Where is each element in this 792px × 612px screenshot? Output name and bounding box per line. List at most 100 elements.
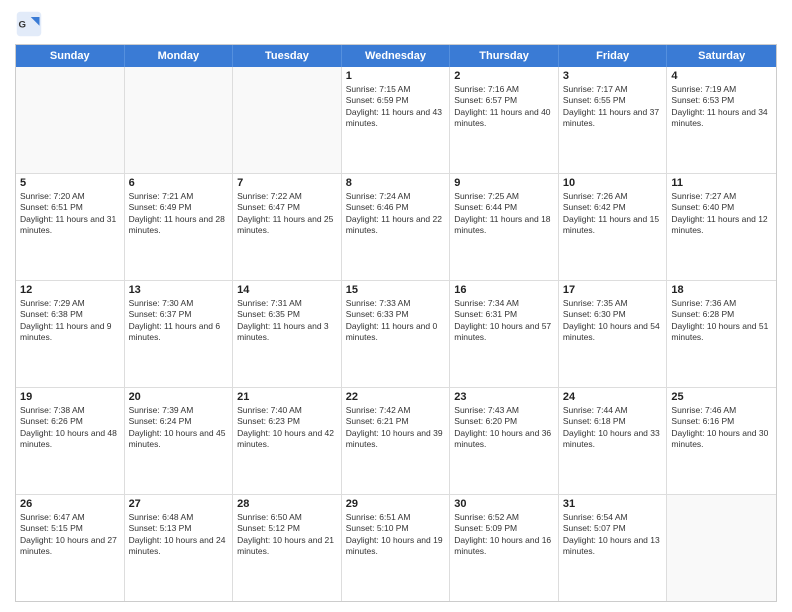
day-info: Sunrise: 6:51 AM Sunset: 5:10 PM Dayligh… xyxy=(346,512,446,558)
day-info: Sunrise: 7:43 AM Sunset: 6:20 PM Dayligh… xyxy=(454,405,554,451)
day-cell-27: 27 Sunrise: 6:48 AM Sunset: 5:13 PM Dayli… xyxy=(125,495,234,601)
day-info: Sunrise: 7:25 AM Sunset: 6:44 PM Dayligh… xyxy=(454,191,554,237)
day-number: 6 xyxy=(129,177,229,189)
day-cell-19: 19 Sunrise: 7:38 AM Sunset: 6:26 PM Dayli… xyxy=(16,388,125,494)
logo-icon: G xyxy=(15,10,43,38)
header-day-thursday: Thursday xyxy=(450,45,559,67)
logo: G xyxy=(15,10,47,38)
empty-cell-4-6 xyxy=(667,495,776,601)
day-cell-4: 4Sunrise: 7:19 AM Sunset: 6:53 PM Daylig… xyxy=(667,67,776,173)
day-info: Sunrise: 7:46 AM Sunset: 6:16 PM Dayligh… xyxy=(671,405,772,451)
day-number: 28 xyxy=(237,498,337,510)
day-cell-3: 3 Sunrise: 7:17 AM Sunset: 6:55 PM Daylig… xyxy=(559,67,668,173)
day-number: 26 xyxy=(20,498,120,510)
day-info: Sunrise: 7:44 AM Sunset: 6:18 PM Dayligh… xyxy=(563,405,663,451)
day-cell-2: 2 Sunrise: 7:16 AM Sunset: 6:57 PM Daylig… xyxy=(450,67,559,173)
day-cell-28: 28 Sunrise: 6:50 AM Sunset: 5:12 PM Dayli… xyxy=(233,495,342,601)
day-number: 8 xyxy=(346,177,446,189)
day-number: 31 xyxy=(563,498,663,510)
day-cell-12: 12 Sunrise: 7:29 AM Sunset: 6:38 PM Dayli… xyxy=(16,281,125,387)
header: G xyxy=(15,10,777,38)
day-cell-10: 10 Sunrise: 7:26 AM Sunset: 6:42 PM Dayli… xyxy=(559,174,668,280)
day-info: Sunrise: 7:22 AM Sunset: 6:47 PM Dayligh… xyxy=(237,191,337,237)
day-number: 19 xyxy=(20,391,120,403)
day-cell-22: 22Sunrise: 7:42 AM Sunset: 6:21 PM Dayli… xyxy=(342,388,451,494)
header-day-wednesday: Wednesday xyxy=(342,45,451,67)
day-info: Sunrise: 7:26 AM Sunset: 6:42 PM Dayligh… xyxy=(563,191,663,237)
day-number: 25 xyxy=(671,391,772,403)
day-info: Sunrise: 7:15 AM Sunset: 6:59 PM Dayligh… xyxy=(346,84,446,130)
day-cell-13: 13 Sunrise: 7:30 AM Sunset: 6:37 PM Dayli… xyxy=(125,281,234,387)
svg-text:G: G xyxy=(19,20,26,31)
day-number: 29 xyxy=(346,498,446,510)
day-cell-26: 26Sunrise: 6:47 AM Sunset: 5:15 PM Dayli… xyxy=(16,495,125,601)
day-number: 27 xyxy=(129,498,229,510)
day-info: Sunrise: 7:34 AM Sunset: 6:31 PM Dayligh… xyxy=(454,298,554,344)
day-number: 16 xyxy=(454,284,554,296)
day-number: 12 xyxy=(20,284,120,296)
day-info: Sunrise: 7:31 AM Sunset: 6:35 PM Dayligh… xyxy=(237,298,337,344)
day-info: Sunrise: 7:38 AM Sunset: 6:26 PM Dayligh… xyxy=(20,405,120,451)
day-info: Sunrise: 6:48 AM Sunset: 5:13 PM Dayligh… xyxy=(129,512,229,558)
day-info: Sunrise: 7:35 AM Sunset: 6:30 PM Dayligh… xyxy=(563,298,663,344)
header-day-sunday: Sunday xyxy=(16,45,125,67)
day-info: Sunrise: 7:30 AM Sunset: 6:37 PM Dayligh… xyxy=(129,298,229,344)
day-number: 10 xyxy=(563,177,663,189)
calendar-row-2: 12 Sunrise: 7:29 AM Sunset: 6:38 PM Dayli… xyxy=(16,281,776,388)
day-cell-18: 18Sunrise: 7:36 AM Sunset: 6:28 PM Dayli… xyxy=(667,281,776,387)
calendar-row-0: 1 Sunrise: 7:15 AM Sunset: 6:59 PM Daylig… xyxy=(16,67,776,174)
day-info: Sunrise: 6:52 AM Sunset: 5:09 PM Dayligh… xyxy=(454,512,554,558)
day-number: 9 xyxy=(454,177,554,189)
day-cell-8: 8 Sunrise: 7:24 AM Sunset: 6:46 PM Daylig… xyxy=(342,174,451,280)
day-cell-11: 11 Sunrise: 7:27 AM Sunset: 6:40 PM Dayli… xyxy=(667,174,776,280)
day-number: 1 xyxy=(346,70,446,82)
day-number: 22 xyxy=(346,391,446,403)
day-info: Sunrise: 7:33 AM Sunset: 6:33 PM Dayligh… xyxy=(346,298,446,344)
day-info: Sunrise: 7:21 AM Sunset: 6:49 PM Dayligh… xyxy=(129,191,229,237)
day-info: Sunrise: 7:27 AM Sunset: 6:40 PM Dayligh… xyxy=(671,191,772,237)
header-day-monday: Monday xyxy=(125,45,234,67)
day-cell-16: 16 Sunrise: 7:34 AM Sunset: 6:31 PM Dayli… xyxy=(450,281,559,387)
day-info: Sunrise: 7:29 AM Sunset: 6:38 PM Dayligh… xyxy=(20,298,120,344)
day-cell-5: 5Sunrise: 7:20 AM Sunset: 6:51 PM Daylig… xyxy=(16,174,125,280)
day-info: Sunrise: 7:19 AM Sunset: 6:53 PM Dayligh… xyxy=(671,84,772,130)
header-day-friday: Friday xyxy=(559,45,668,67)
day-info: Sunrise: 6:50 AM Sunset: 5:12 PM Dayligh… xyxy=(237,512,337,558)
day-cell-31: 31 Sunrise: 6:54 AM Sunset: 5:07 PM Dayli… xyxy=(559,495,668,601)
day-info: Sunrise: 7:17 AM Sunset: 6:55 PM Dayligh… xyxy=(563,84,663,130)
day-cell-15: 15 Sunrise: 7:33 AM Sunset: 6:33 PM Dayli… xyxy=(342,281,451,387)
day-number: 14 xyxy=(237,284,337,296)
day-number: 15 xyxy=(346,284,446,296)
day-cell-9: 9 Sunrise: 7:25 AM Sunset: 6:44 PM Daylig… xyxy=(450,174,559,280)
day-cell-23: 23 Sunrise: 7:43 AM Sunset: 6:20 PM Dayli… xyxy=(450,388,559,494)
day-cell-7: 7 Sunrise: 7:22 AM Sunset: 6:47 PM Daylig… xyxy=(233,174,342,280)
day-number: 20 xyxy=(129,391,229,403)
day-info: Sunrise: 7:24 AM Sunset: 6:46 PM Dayligh… xyxy=(346,191,446,237)
day-number: 30 xyxy=(454,498,554,510)
calendar-body: 1 Sunrise: 7:15 AM Sunset: 6:59 PM Daylig… xyxy=(16,67,776,601)
day-number: 7 xyxy=(237,177,337,189)
day-cell-14: 14 Sunrise: 7:31 AM Sunset: 6:35 PM Dayli… xyxy=(233,281,342,387)
header-day-tuesday: Tuesday xyxy=(233,45,342,67)
day-cell-30: 30 Sunrise: 6:52 AM Sunset: 5:09 PM Dayli… xyxy=(450,495,559,601)
page: G SundayMondayTuesdayWednesdayThursdayFr… xyxy=(0,0,792,612)
day-info: Sunrise: 7:16 AM Sunset: 6:57 PM Dayligh… xyxy=(454,84,554,130)
day-info: Sunrise: 6:54 AM Sunset: 5:07 PM Dayligh… xyxy=(563,512,663,558)
day-info: Sunrise: 7:20 AM Sunset: 6:51 PM Dayligh… xyxy=(20,191,120,237)
day-number: 3 xyxy=(563,70,663,82)
day-cell-20: 20Sunrise: 7:39 AM Sunset: 6:24 PM Dayli… xyxy=(125,388,234,494)
empty-cell-0-1 xyxy=(125,67,234,173)
day-cell-17: 17 Sunrise: 7:35 AM Sunset: 6:30 PM Dayli… xyxy=(559,281,668,387)
day-cell-25: 25 Sunrise: 7:46 AM Sunset: 6:16 PM Dayli… xyxy=(667,388,776,494)
empty-cell-0-0 xyxy=(16,67,125,173)
day-number: 21 xyxy=(237,391,337,403)
day-number: 17 xyxy=(563,284,663,296)
calendar-row-3: 19 Sunrise: 7:38 AM Sunset: 6:26 PM Dayli… xyxy=(16,388,776,495)
day-number: 13 xyxy=(129,284,229,296)
calendar-row-4: 26Sunrise: 6:47 AM Sunset: 5:15 PM Dayli… xyxy=(16,495,776,601)
empty-cell-0-2 xyxy=(233,67,342,173)
day-cell-24: 24Sunrise: 7:44 AM Sunset: 6:18 PM Dayli… xyxy=(559,388,668,494)
day-number: 2 xyxy=(454,70,554,82)
day-number: 11 xyxy=(671,177,772,189)
day-number: 23 xyxy=(454,391,554,403)
